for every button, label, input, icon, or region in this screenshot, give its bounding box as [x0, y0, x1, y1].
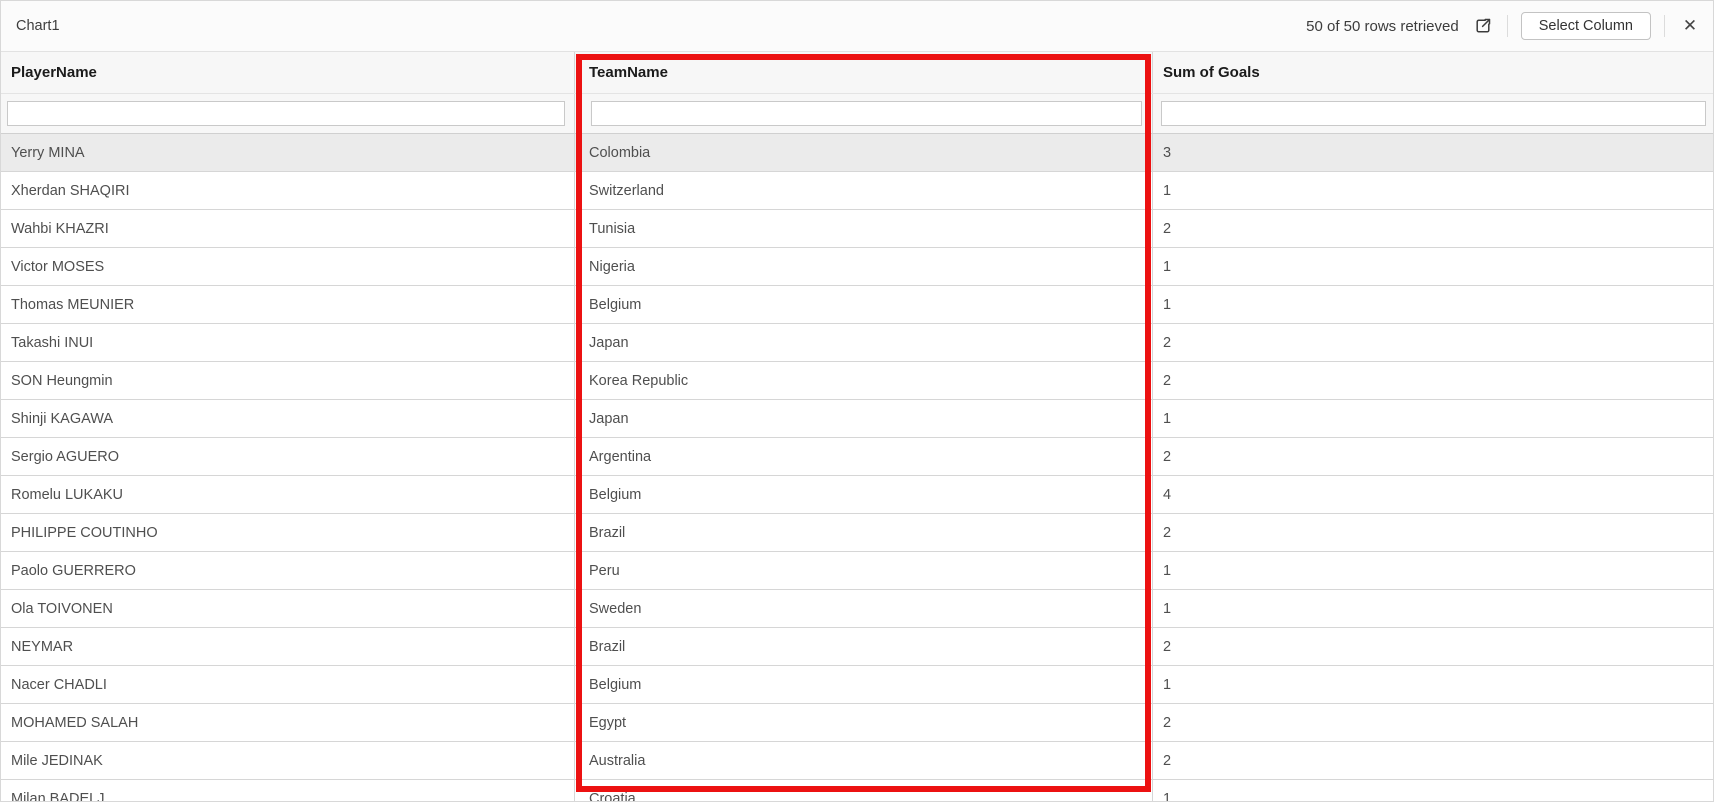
table-cell-goals: 1 — [1163, 790, 1172, 802]
table-row[interactable]: Xherdan SHAQIRI Switzerland 1 — [1, 172, 1713, 210]
table-row[interactable]: Paolo GUERRERO Peru 1 — [1, 552, 1713, 590]
table-row[interactable]: Sergio AGUERO Argentina 2 — [1, 438, 1713, 476]
table-row[interactable]: Ola TOIVONEN Sweden 1 — [1, 590, 1713, 628]
table-cell-player: Sergio AGUERO — [1, 438, 575, 475]
table-cell-player: SON Heungmin — [1, 362, 575, 399]
filter-cell — [1153, 94, 1713, 133]
topbar-divider — [1664, 15, 1665, 37]
table-cell-team: Nigeria — [575, 248, 1153, 285]
table-cell-team: Peru — [575, 552, 1153, 589]
select-column-button[interactable]: Select Column — [1520, 12, 1651, 40]
table-cell-player: Nacer CHADLI — [1, 666, 575, 703]
table-cell-goals: 2 — [1163, 334, 1172, 351]
table-cell-player: NEYMAR — [1, 628, 575, 665]
table-cell-goals: 2 — [1163, 752, 1172, 769]
filter-cell — [575, 94, 1153, 133]
close-icon[interactable]: ✕ — [1678, 14, 1702, 38]
table-row[interactable]: Romelu LUKAKU Belgium 4 — [1, 476, 1713, 514]
table-row[interactable]: Milan BADELJ Croatia 1 — [1, 780, 1713, 802]
table-cell-team: Japan — [575, 400, 1153, 437]
rows-retrieved-status: 50 of 50 rows retrieved — [1306, 17, 1459, 35]
table-cell-goals: 3 — [1163, 144, 1172, 161]
table-cell-goals: 4 — [1163, 486, 1172, 503]
table-filter-row — [1, 94, 1713, 134]
table-cell-player: Victor MOSES — [1, 248, 575, 285]
table-cell-goals: 2 — [1163, 448, 1172, 465]
table-cell-team: Croatia — [575, 780, 1153, 801]
table-cell-goals: 2 — [1163, 220, 1172, 237]
table-cell-player: Shinji KAGAWA — [1, 400, 575, 437]
table-cell-player: Paolo GUERRERO — [1, 552, 575, 589]
column-header-playername[interactable]: PlayerName — [1, 52, 575, 93]
table-row[interactable]: SON Heungmin Korea Republic 2 — [1, 362, 1713, 400]
column-header-sum-of-goals[interactable]: Sum of Goals — [1153, 52, 1713, 93]
table-cell-player: Yerry MINA — [1, 134, 575, 171]
table-header-row: PlayerName TeamName Sum of Goals — [1, 52, 1713, 94]
data-table-widget: Chart1 50 of 50 rows retrieved Select Co… — [0, 0, 1714, 802]
table-cell-team: Egypt — [575, 704, 1153, 741]
table-cell-team: Argentina — [575, 438, 1153, 475]
table-cell-goals: 1 — [1163, 410, 1172, 427]
topbar-divider — [1506, 15, 1508, 37]
table-cell-team: Colombia — [575, 134, 1153, 171]
table-cell-goals: 1 — [1163, 182, 1172, 199]
table-cell-player: Wahbi KHAZRI — [1, 210, 575, 247]
table-row[interactable]: Shinji KAGAWA Japan 1 — [1, 400, 1713, 438]
table-cell-goals: 1 — [1163, 258, 1172, 275]
table-cell-goals: 1 — [1163, 676, 1172, 693]
table-cell-team: Japan — [575, 324, 1153, 361]
table-row[interactable]: NEYMAR Brazil 2 — [1, 628, 1713, 666]
table-row[interactable]: Victor MOSES Nigeria 1 — [1, 248, 1713, 286]
table-cell-goals: 2 — [1163, 714, 1172, 731]
table-cell-goals: 2 — [1163, 524, 1172, 541]
table-cell-team: Belgium — [575, 476, 1153, 513]
table-cell-team: Brazil — [575, 628, 1153, 665]
teamname-filter-input[interactable] — [591, 101, 1142, 126]
export-share-icon[interactable] — [1472, 15, 1494, 37]
table-row[interactable]: Yerry MINA Colombia 3 — [1, 134, 1713, 172]
export-share-icon — [1476, 18, 1490, 33]
table-cell-player: PHILIPPE COUTINHO — [1, 514, 575, 551]
widget-title: Chart1 — [16, 18, 60, 34]
table-cell-player: Mile JEDINAK — [1, 742, 575, 779]
table-cell-player: MOHAMED SALAH — [1, 704, 575, 741]
table-cell-player: Milan BADELJ — [1, 780, 575, 801]
topbar: Chart1 50 of 50 rows retrieved Select Co… — [1, 1, 1713, 52]
filter-cell — [1, 94, 575, 133]
table-cell-goals: 1 — [1163, 600, 1172, 617]
sum-of-goals-filter-input[interactable] — [1161, 101, 1706, 126]
table-cell-player: Xherdan SHAQIRI — [1, 172, 575, 209]
table-cell-team: Tunisia — [575, 210, 1153, 247]
table-cell-team: Korea Republic — [575, 362, 1153, 399]
table-cell-team: Australia — [575, 742, 1153, 779]
table-row[interactable]: Mile JEDINAK Australia 2 — [1, 742, 1713, 780]
table-cell-goals: 2 — [1163, 638, 1172, 655]
table-cell-player: Thomas MEUNIER — [1, 286, 575, 323]
table-row[interactable]: Takashi INUI Japan 2 — [1, 324, 1713, 362]
table-cell-team: Belgium — [575, 286, 1153, 323]
table-row[interactable]: MOHAMED SALAH Egypt 2 — [1, 704, 1713, 742]
table-cell-team: Belgium — [575, 666, 1153, 703]
table-row[interactable]: Thomas MEUNIER Belgium 1 — [1, 286, 1713, 324]
column-header-teamname[interactable]: TeamName — [575, 52, 1153, 93]
topbar-controls: 50 of 50 rows retrieved Select Column ✕ — [1306, 12, 1713, 40]
table-cell-player: Ola TOIVONEN — [1, 590, 575, 627]
table-cell-team: Brazil — [575, 514, 1153, 551]
table-cell-player: Romelu LUKAKU — [1, 476, 575, 513]
table-cell-player: Takashi INUI — [1, 324, 575, 361]
table-row[interactable]: PHILIPPE COUTINHO Brazil 2 — [1, 514, 1713, 552]
table-cell-team: Switzerland — [575, 172, 1153, 209]
table-cell-goals: 1 — [1163, 562, 1172, 579]
table-row[interactable]: Wahbi KHAZRI Tunisia 2 — [1, 210, 1713, 248]
table-cell-team: Sweden — [575, 590, 1153, 627]
playername-filter-input[interactable] — [7, 101, 565, 126]
table-row[interactable]: Nacer CHADLI Belgium 1 — [1, 666, 1713, 704]
table-body: Yerry MINA Colombia 3 Xherdan SHAQIRI Switze… — [1, 134, 1713, 802]
table-cell-goals: 1 — [1163, 296, 1172, 313]
table-cell-goals: 2 — [1163, 372, 1172, 389]
